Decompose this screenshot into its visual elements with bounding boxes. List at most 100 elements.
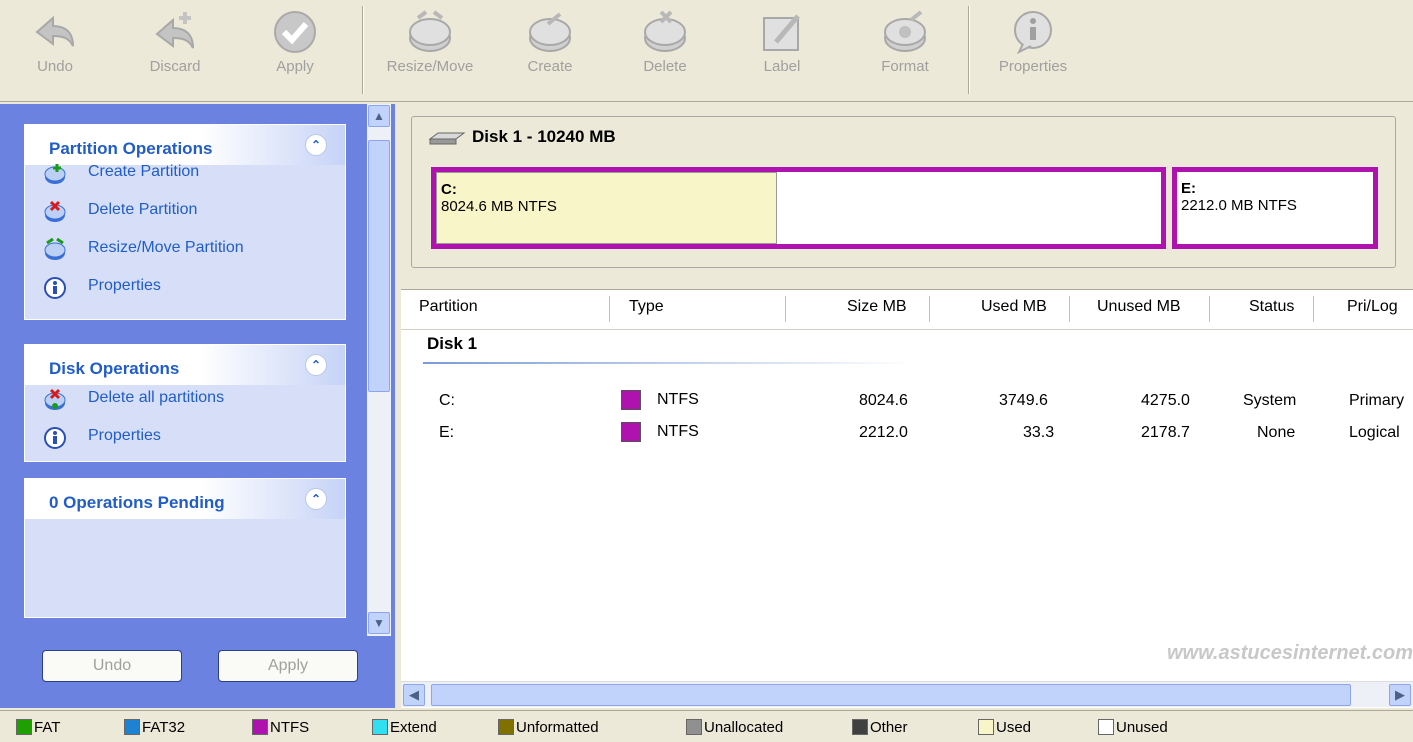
discard-tool-button[interactable]: Discard [120, 0, 230, 100]
disk-format-icon [884, 10, 926, 52]
disk-operations-header[interactable]: Disk Operations ⌃ [25, 345, 345, 385]
disk-header: Disk 1 - 10240 MB [428, 127, 616, 147]
discard-tool-label: Discard [149, 58, 201, 75]
column-header-prilog[interactable]: Pri/Log [1347, 298, 1413, 316]
column-header-status[interactable]: Status [1249, 298, 1294, 316]
cell-status: System [1243, 392, 1297, 409]
create-tool-button[interactable]: Create [495, 0, 605, 100]
list-header: Partition Type Size MB Used MB Unused MB… [401, 290, 1413, 330]
collapse-chevron-icon[interactable]: ⌃ [305, 354, 327, 376]
format-tool-button[interactable]: Format [850, 0, 960, 100]
legend-swatch [372, 719, 388, 735]
scroll-left-icon[interactable]: ◀ [403, 684, 425, 706]
scroll-thumb[interactable] [431, 684, 1351, 706]
delete-all-icon [44, 388, 66, 410]
undo-tool-button[interactable]: Undo [0, 0, 110, 100]
legend-label: FAT32 [142, 719, 186, 736]
legend-swatch [124, 719, 140, 735]
column-divider[interactable] [1209, 296, 1210, 322]
legend-swatch [686, 719, 702, 735]
legend-label: Other [870, 719, 908, 736]
sidebar-item-label: Properties [88, 277, 161, 294]
sidebar-item-delete-all-partitions[interactable]: Delete all partitions [25, 383, 345, 421]
legend-swatch [1098, 719, 1114, 735]
resize-move-tool-button[interactable]: Resize/Move [375, 0, 485, 100]
table-row[interactable]: C: NTFS 8024.6 3749.6 4275.0 System Prim… [401, 388, 1413, 418]
collapse-chevron-icon[interactable]: ⌃ [305, 488, 327, 510]
column-header-type[interactable]: Type [629, 298, 664, 316]
column-divider[interactable] [929, 296, 930, 322]
disk-map-area: Disk 1 - 10240 MB C: 8024.6 MB NTFS E: 2… [401, 104, 1413, 284]
scroll-right-icon[interactable]: ▶ [1389, 684, 1411, 706]
scroll-up-icon[interactable]: ▲ [368, 105, 390, 127]
cell-type: NTFS [621, 390, 699, 410]
column-header-used[interactable]: Used MB [981, 298, 1047, 316]
cell-used: 3749.6 [999, 392, 1048, 409]
legend-item-unallocated: Unallocated [686, 719, 783, 736]
legend-label: Unallocated [704, 719, 784, 736]
sidebar-item-disk-properties[interactable]: Properties [25, 421, 345, 459]
sidebar-item-label: Properties [88, 427, 161, 444]
sidebar-item-resize-partition[interactable]: Resize/Move Partition [25, 233, 345, 271]
discard-arrow-icon [155, 12, 194, 49]
sidebar-item-create-partition[interactable]: Create Partition [25, 157, 345, 195]
label-tool-button[interactable]: Label [727, 0, 837, 100]
apply-tool-button[interactable]: Apply [240, 0, 350, 100]
column-divider[interactable] [1069, 296, 1070, 322]
legend-swatch [16, 719, 32, 735]
sidebar-item-label: Resize/Move Partition [88, 239, 244, 256]
create-tool-label: Create [527, 58, 573, 75]
toolbar-separator [362, 6, 364, 94]
partition-block-e[interactable]: E: 2212.0 MB NTFS [1172, 167, 1378, 249]
partition-info: 8024.6 MB NTFS [441, 198, 557, 215]
undo-arrow-icon [35, 15, 74, 47]
column-divider[interactable] [785, 296, 786, 322]
collapse-chevron-icon[interactable]: ⌃ [305, 134, 327, 156]
column-divider[interactable] [609, 296, 610, 322]
disk-create-icon [529, 12, 571, 52]
legend-item-unformatted: Unformatted [498, 719, 599, 736]
sidebar-item-label: Delete all partitions [88, 389, 225, 406]
list-horizontal-scrollbar[interactable]: ◀ ▶ [401, 681, 1413, 707]
pending-operations-header[interactable]: 0 Operations Pending ⌃ [25, 479, 345, 519]
pending-operations-title: 0 Operations Pending [49, 493, 225, 512]
delete-tool-button[interactable]: Delete [610, 0, 720, 100]
apply-button[interactable]: Apply [218, 650, 358, 682]
sidebar-item-partition-properties[interactable]: Properties [25, 271, 345, 309]
left-vertical-scrollbar[interactable]: ▲ ▼ [367, 104, 391, 636]
partition-letter: C: [441, 181, 457, 198]
scroll-down-icon[interactable]: ▼ [368, 612, 390, 634]
sidebar-item-delete-partition[interactable]: Delete Partition [25, 195, 345, 233]
column-header-unused[interactable]: Unused MB [1097, 298, 1181, 316]
ntfs-color-swatch [621, 390, 641, 410]
column-header-size[interactable]: Size MB [847, 298, 907, 316]
legend-item-unused: Unused [1098, 719, 1168, 736]
delete-partition-icon [44, 200, 66, 222]
properties-tool-label: Properties [998, 58, 1068, 75]
legend-label: NTFS [270, 719, 310, 736]
undo-button[interactable]: Undo [42, 650, 182, 682]
properties-tool-button[interactable]: Properties [978, 0, 1088, 100]
toolbar-separator [968, 6, 970, 94]
legend-item-fat32: FAT32 [124, 719, 185, 736]
cell-unused: 4275.0 [1141, 392, 1190, 409]
sidebar-item-label: Create Partition [88, 163, 200, 180]
cell-status: None [1257, 424, 1296, 441]
legend-swatch [252, 719, 268, 735]
hard-disk-icon [428, 132, 466, 145]
legend-label: Unused [1116, 719, 1168, 736]
scroll-thumb[interactable] [368, 140, 390, 392]
sidebar-item-label: Delete Partition [88, 201, 198, 218]
column-header-partition[interactable]: Partition [419, 298, 478, 316]
disk-title: Disk 1 - 10240 MB [472, 127, 616, 146]
column-divider[interactable] [1313, 296, 1314, 322]
partition-used-area: C: 8024.6 MB NTFS [436, 172, 777, 244]
apply-tool-label: Apply [276, 58, 314, 75]
legend-item-ntfs: NTFS [252, 719, 309, 736]
table-row[interactable]: E: NTFS 2212.0 33.3 2178.7 None Logical [401, 420, 1413, 450]
info-icon [44, 277, 66, 299]
partition-block-c[interactable]: C: 8024.6 MB NTFS [431, 167, 1166, 249]
resize-partition-icon [44, 238, 66, 260]
partition-info: 2212.0 MB NTFS [1181, 197, 1297, 214]
legend-item-other: Other [852, 719, 908, 736]
